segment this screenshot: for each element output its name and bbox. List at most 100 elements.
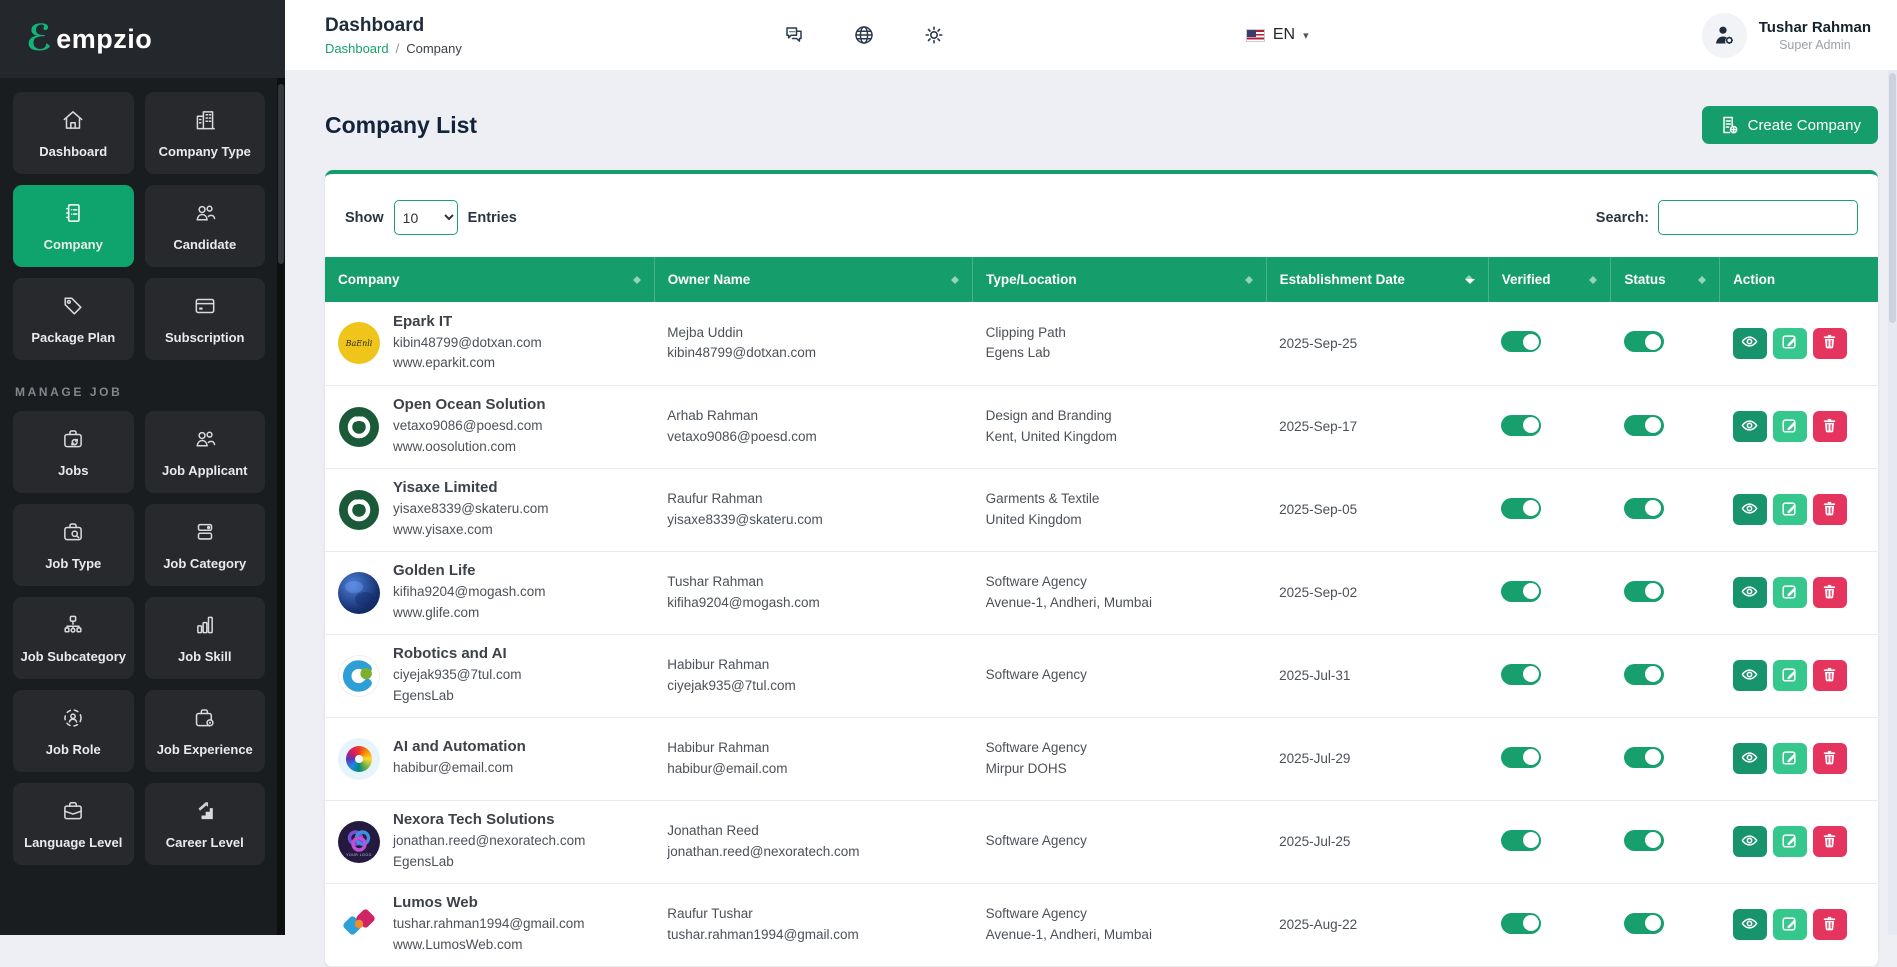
view-button[interactable] (1732, 909, 1767, 940)
verified-toggle[interactable] (1501, 663, 1542, 685)
delete-button[interactable] (1812, 577, 1847, 608)
page-size-select[interactable]: 10 (393, 200, 458, 235)
sidebar-item-job-applicant[interactable]: Job Applicant (144, 411, 265, 493)
verified-toggle[interactable] (1501, 746, 1542, 768)
company-website: www.oosolution.com (393, 438, 517, 454)
sidebar-scrollbar-thumb[interactable] (278, 84, 284, 264)
column-header-establishment-date[interactable]: Establishment Date (1266, 257, 1489, 302)
edit-button[interactable] (1772, 743, 1807, 774)
window-scrollbar-thumb[interactable] (1889, 73, 1896, 323)
topbar: Dashboard Dashboard / Company EN ▾ Tusha… (285, 0, 1897, 70)
delete-button[interactable] (1812, 743, 1847, 774)
sidebar-item-dashboard[interactable]: Dashboard (13, 92, 134, 174)
company-website: www.glife.com (393, 604, 480, 620)
column-header-action[interactable]: Action (1719, 257, 1878, 302)
sort-icon[interactable] (951, 272, 960, 288)
owner-name: Arhab Rahman (667, 408, 759, 424)
window-scrollbar[interactable] (1888, 70, 1897, 935)
edit-button[interactable] (1772, 909, 1807, 940)
verified-toggle[interactable] (1501, 414, 1542, 436)
sidebar-item-label: Job Applicant (162, 463, 248, 478)
verified-toggle[interactable] (1501, 497, 1542, 519)
sidebar-item-company-type[interactable]: Company Type (144, 92, 265, 174)
gear-icon[interactable] (922, 23, 946, 47)
breadcrumb-dashboard-link[interactable]: Dashboard (325, 41, 389, 56)
company-logo-nexora-purple: YOUR LOGO (338, 820, 380, 863)
delete-button[interactable] (1812, 327, 1847, 359)
edit-button[interactable] (1772, 411, 1807, 442)
column-header-owner-name[interactable]: Owner Name (654, 257, 974, 302)
edit-button[interactable] (1772, 660, 1807, 691)
status-toggle[interactable] (1623, 663, 1664, 685)
delete-button[interactable] (1812, 660, 1847, 691)
view-button[interactable] (1732, 826, 1767, 857)
view-button[interactable] (1732, 327, 1767, 359)
view-button[interactable] (1732, 494, 1767, 525)
search-input[interactable] (1658, 200, 1858, 235)
sidebar-item-job-category[interactable]: Job Category (144, 504, 265, 586)
language-label: EN (1272, 26, 1296, 43)
delete-button[interactable] (1812, 411, 1847, 442)
language-selector[interactable]: EN ▾ (1245, 26, 1309, 44)
status-toggle[interactable] (1623, 331, 1664, 353)
column-header-company[interactable]: Company (325, 257, 655, 302)
edit-button[interactable] (1772, 826, 1807, 857)
sidebar-item-company[interactable]: Company (13, 185, 134, 267)
sidebar-item-job-type[interactable]: Job Type (13, 504, 134, 586)
breadcrumb: Dashboard / Company (325, 41, 462, 56)
sidebar-item-candidate[interactable]: Candidate (144, 185, 265, 267)
sidebar-item-language-level[interactable]: Language Level (13, 783, 134, 865)
company-name: Epark IT (393, 313, 453, 330)
globe-icon[interactable] (852, 23, 876, 47)
verified-toggle[interactable] (1501, 331, 1542, 353)
chat-icon[interactable] (782, 23, 806, 47)
tag-icon (60, 293, 86, 322)
status-toggle[interactable] (1623, 829, 1664, 851)
status-toggle[interactable] (1623, 580, 1664, 602)
delete-button[interactable] (1812, 494, 1847, 525)
view-button[interactable] (1732, 577, 1767, 608)
sidebar-item-job-skill[interactable]: Job Skill (144, 597, 265, 679)
sidebar-item-job-experience[interactable]: Job Experience (144, 690, 265, 772)
column-header-status[interactable]: Status (1610, 257, 1721, 302)
person-orbit-icon (60, 705, 86, 734)
edit-button[interactable] (1772, 577, 1807, 608)
status-toggle[interactable] (1623, 414, 1664, 436)
sidebar-scrollbar[interactable] (277, 78, 285, 935)
sidebar-item-jobs[interactable]: Jobs (13, 411, 134, 493)
view-button[interactable] (1732, 411, 1767, 442)
column-header-label: Type/Location (986, 272, 1077, 287)
view-button[interactable] (1732, 660, 1767, 691)
user-menu[interactable]: Tushar Rahman Super Admin (1701, 12, 1871, 58)
sidebar-item-career-level[interactable]: Career Level (144, 783, 265, 865)
sidebar-item-package-plan[interactable]: Package Plan (13, 278, 134, 360)
company-type: Garments & Textile (985, 491, 1100, 507)
sidebar-item-job-role[interactable]: Job Role (13, 690, 134, 772)
create-company-button[interactable]: Create Company (1701, 106, 1878, 144)
person-gear-icon (1716, 26, 1734, 44)
sort-icon[interactable] (1589, 272, 1598, 288)
view-button[interactable] (1732, 743, 1767, 774)
sort-icon[interactable] (1244, 272, 1253, 288)
company-location: Mirpur DOHS (985, 760, 1067, 776)
status-toggle[interactable] (1623, 497, 1664, 519)
column-header-verified[interactable]: Verified (1488, 257, 1612, 302)
sidebar-item-job-subcategory[interactable]: Job Subcategory (13, 597, 134, 679)
verified-toggle[interactable] (1501, 580, 1542, 602)
delete-button[interactable] (1812, 909, 1847, 940)
verified-toggle[interactable] (1501, 829, 1542, 851)
column-header-type-location[interactable]: Type/Location (972, 257, 1267, 302)
status-toggle[interactable] (1623, 912, 1664, 934)
edit-button[interactable] (1772, 327, 1807, 359)
sidebar-item-subscription[interactable]: Subscription (144, 278, 265, 360)
sidebar-item-label: Company (43, 237, 103, 252)
delete-button[interactable] (1812, 826, 1847, 857)
sort-icon[interactable] (632, 272, 641, 288)
sort-icon[interactable] (1464, 271, 1475, 289)
edit-button[interactable] (1772, 494, 1807, 525)
verified-toggle[interactable] (1501, 912, 1542, 934)
brand-logo[interactable]: ℰ empzio (0, 0, 285, 78)
sort-icon[interactable] (1698, 272, 1707, 288)
company-name: Yisaxe Limited (393, 479, 498, 497)
status-toggle[interactable] (1623, 746, 1664, 768)
